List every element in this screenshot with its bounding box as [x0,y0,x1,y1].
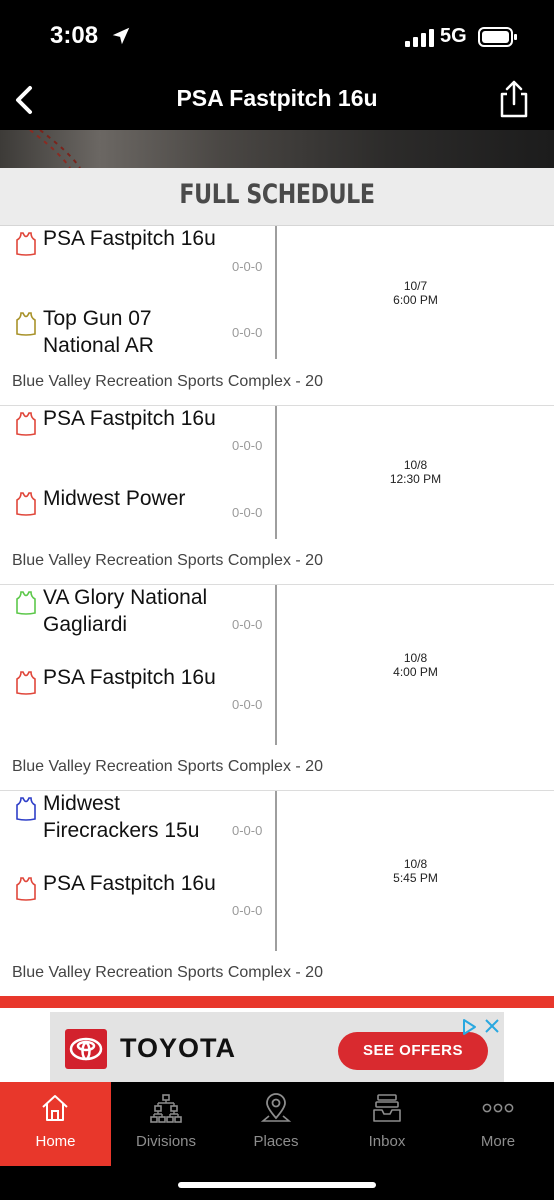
team-record: 0-0-0 [232,505,263,520]
status-time: 3:08 [50,22,99,49]
tab-more[interactable]: More [443,1082,553,1164]
team-name: PSA Fastpitch 16u [43,407,216,430]
ad-separator-strip [0,996,554,1008]
team-record: 0-0-0 [232,823,263,838]
tab-label: More [480,1133,516,1150]
jersey-icon [16,591,36,615]
game-date: 10/8 [403,458,428,472]
ad-brand: TOYOTA [120,1033,237,1063]
game-time: 6:00 PM [393,293,438,307]
game-time: 5:45 PM [393,871,438,885]
game-date: 10/7 [403,279,428,293]
team-name: VA Glory National Gagliardi [43,586,208,636]
game-datetime: 10/8 5:45 PM [277,857,554,885]
team-name: Midwest Firecrackers 15u [43,792,200,842]
game-datetime: 10/8 4:00 PM [277,651,554,679]
team-name: PSA Fastpitch 16u [43,227,216,250]
toyota-logo-icon [65,1029,107,1069]
tab-label: Places [253,1133,299,1150]
more-dots-icon [482,1103,514,1113]
ad-area: TOYOTA SEE OFFERS [0,1008,554,1082]
battery-icon [478,27,517,47]
team-record: 0-0-0 [232,903,263,918]
game-card[interactable]: VA Glory National Gagliardi 0-0-0 PSA Fa… [0,585,554,791]
status-bar: 3:08 5G [0,0,554,70]
tab-places[interactable]: Places [221,1082,331,1164]
jersey-icon [16,671,36,695]
jersey-icon [16,412,36,436]
game-venue: Blue Valley Recreation Sports Complex - … [12,758,323,775]
section-title: FULL SCHEDULE [179,179,375,210]
team-record: 0-0-0 [232,438,263,453]
advertisement-banner[interactable]: TOYOTA SEE OFFERS [50,1012,504,1082]
jersey-icon [16,492,36,516]
team-record: 0-0-0 [232,617,263,632]
game-date: 10/8 [403,651,428,665]
team-name: PSA Fastpitch 16u [43,872,216,895]
team-name: Top Gun 07 National AR [43,307,154,357]
jersey-icon [16,877,36,901]
tab-label: Inbox [368,1133,406,1150]
team-record: 0-0-0 [232,697,263,712]
team-name: Midwest Power [43,487,186,510]
close-icon[interactable] [482,1016,502,1036]
game-venue: Blue Valley Recreation Sports Complex - … [12,964,323,981]
jersey-icon [16,312,36,336]
signal-icon [405,29,434,47]
tab-home[interactable]: Home [0,1082,111,1166]
jersey-icon [16,232,36,256]
game-card[interactable]: PSA Fastpitch 16u 0-0-0 Midwest Power 0-… [0,406,554,585]
game-venue: Blue Valley Recreation Sports Complex - … [12,552,323,569]
see-offers-button[interactable]: SEE OFFERS [338,1032,488,1070]
map-pin-icon [260,1093,292,1122]
share-icon[interactable] [494,78,534,120]
softball-seam-graphic [29,130,81,168]
inbox-tray-icon [373,1094,401,1122]
tab-label: Divisions [135,1133,196,1150]
navigation-bar: PSA Fastpitch 16u [0,70,554,130]
game-card[interactable]: Midwest Firecrackers 15u 0-0-0 PSA Fastp… [0,791,554,996]
game-datetime: 10/7 6:00 PM [277,279,554,307]
ad-choices-icon[interactable] [460,1018,478,1036]
home-indicator[interactable] [178,1182,376,1188]
jersey-icon [16,797,36,821]
team-record: 0-0-0 [232,259,263,274]
game-date: 10/8 [403,857,428,871]
game-datetime: 10/8 12:30 PM [277,458,554,486]
tab-label: Home [35,1133,76,1150]
tab-divisions[interactable]: Divisions [111,1082,221,1164]
game-card[interactable]: PSA Fastpitch 16u 0-0-0 Top Gun 07 Natio… [0,226,554,406]
network-label: 5G [440,25,467,47]
location-arrow-icon [112,27,130,45]
house-icon [42,1095,68,1121]
game-time: 12:30 PM [389,472,442,486]
game-time: 4:00 PM [393,665,438,679]
game-venue: Blue Valley Recreation Sports Complex - … [12,373,323,390]
team-record: 0-0-0 [232,325,263,340]
team-name: PSA Fastpitch 16u [43,666,216,689]
schedule-section-header: FULL SCHEDULE [0,168,554,226]
bracket-icon [150,1094,182,1123]
header-banner-image [0,130,554,168]
tab-inbox[interactable]: Inbox [332,1082,442,1164]
page-title: PSA Fastpitch 16u [176,85,378,111]
